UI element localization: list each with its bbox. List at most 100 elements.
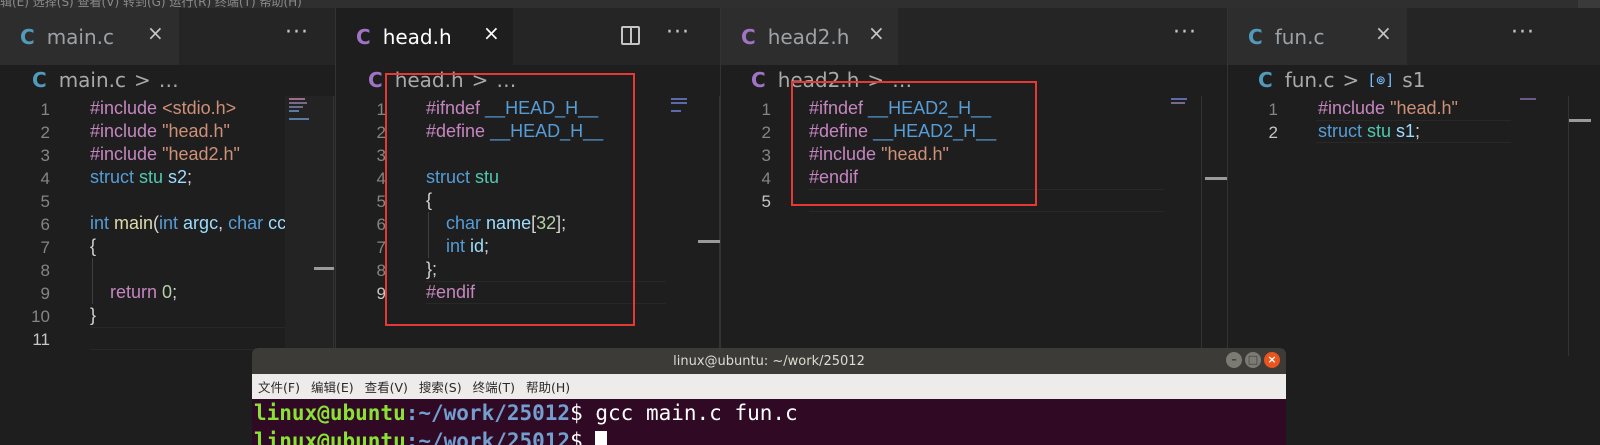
- line-number: 9: [40, 284, 50, 303]
- desktop: 辑(E) 选择(S) 查看(V) 转到(G) 运行(R) 终端(T) 帮助(H)…: [0, 0, 1600, 445]
- code-line: {: [90, 235, 286, 258]
- line-number: 1: [1268, 100, 1278, 119]
- code-token: #include: [90, 98, 163, 118]
- breadcrumb-file[interactable]: main.c: [59, 68, 126, 92]
- minimap[interactable]: [1169, 96, 1199, 356]
- terminal-menu-terminal[interactable]: 终端(T): [473, 377, 515, 396]
- line-numbers: 12: [1238, 98, 1278, 144]
- scrollbar-thumb[interactable]: [1205, 177, 1227, 180]
- scrollbar-thumb[interactable]: [314, 267, 334, 270]
- code-area[interactable]: #include <stdio.h> #include "head.h" #incl…: [90, 97, 286, 350]
- breadcrumb: C main.c > …: [32, 68, 179, 92]
- line-number: 5: [761, 192, 771, 211]
- code-token: {: [90, 236, 97, 256]
- variable-icon: [⊚]: [1367, 71, 1395, 89]
- scrollbar-track[interactable]: [1568, 96, 1569, 356]
- chevron-right-icon: >: [134, 68, 151, 92]
- tab-label: main.c: [46, 24, 115, 49]
- terminal-menu-file[interactable]: 文件(F): [258, 377, 300, 396]
- tab-label: head2.h: [767, 24, 850, 49]
- breadcrumb-symbol[interactable]: s1: [1402, 68, 1425, 92]
- line-numbers: 1 2 3 4 5 6 7 8 9: [346, 98, 386, 305]
- split-editor-icon[interactable]: [621, 26, 640, 45]
- breadcrumb-more[interactable]: …: [159, 68, 179, 92]
- prompt-path: :~/work/25012: [405, 401, 571, 425]
- tab-fun-c[interactable]: C fun.c ×: [1228, 8, 1408, 65]
- minimap[interactable]: [1518, 96, 1568, 356]
- terminal-cursor: [595, 431, 608, 445]
- code-line: #include "head.h": [1318, 97, 1458, 120]
- tab-main-c[interactable]: C main.c ×: [0, 8, 180, 65]
- tab-label: fun.c: [1274, 24, 1325, 49]
- terminal-title: linux@ubuntu: ~/work/25012: [673, 353, 865, 369]
- line-number: 4: [761, 169, 771, 188]
- prompt-user: linux@ubuntu: [254, 429, 406, 445]
- scrollbar-thumb[interactable]: [698, 240, 720, 243]
- terminal-menu-view[interactable]: 查看(V): [365, 377, 408, 396]
- line-number: 4: [376, 169, 386, 188]
- line-numbers: 1 2 3 4 5 6 7 8 9 10 11: [10, 98, 50, 351]
- more-actions-icon[interactable]: ···: [285, 20, 309, 45]
- code-token: ;: [187, 167, 193, 187]
- close-icon[interactable]: ×: [1375, 21, 1392, 45]
- close-icon[interactable]: ×: [483, 21, 500, 45]
- more-actions-icon[interactable]: ···: [1173, 20, 1197, 45]
- code-token: struct: [1318, 121, 1368, 141]
- terminal-menu-edit[interactable]: 编辑(E): [311, 377, 354, 396]
- close-window-icon[interactable]: ×: [1264, 352, 1280, 368]
- terminal-output[interactable]: linux@ubuntu:~/work/25012$ gcc main.c fu…: [252, 399, 1286, 445]
- code-line: struct stu s2;: [90, 166, 286, 189]
- line-number: 11: [32, 330, 50, 349]
- code-token: "head2.h": [162, 144, 240, 164]
- code-token: struct: [90, 167, 140, 187]
- close-icon[interactable]: ×: [147, 21, 164, 45]
- breadcrumb: C fun.c > [⊚] s1: [1258, 68, 1425, 92]
- line-number: 10: [31, 307, 50, 326]
- line-number: 2: [761, 123, 771, 142]
- more-actions-icon[interactable]: ···: [666, 20, 690, 45]
- line-number: 5: [40, 192, 50, 211]
- terminal-command: gcc main.c fun.c: [595, 401, 798, 425]
- minimize-icon[interactable]: –: [1226, 352, 1242, 368]
- line-number: 4: [40, 169, 50, 188]
- line-number: 3: [376, 146, 386, 165]
- line-number: 2: [40, 123, 50, 142]
- code-area[interactable]: #include "head.h" struct stu s1;: [1318, 97, 1458, 143]
- terminal-menu-search[interactable]: 搜索(S): [419, 377, 462, 396]
- tab-head-h[interactable]: C head.h ×: [336, 8, 514, 65]
- terminal-line: linux@ubuntu:~/work/25012$: [254, 427, 1286, 445]
- c-header-file-icon: C: [356, 24, 371, 49]
- close-icon[interactable]: ×: [868, 21, 885, 45]
- line-number: 5: [376, 192, 386, 211]
- code-token: ;: [1415, 121, 1421, 141]
- more-actions-icon[interactable]: ···: [1511, 20, 1535, 45]
- code-token: s2: [168, 167, 188, 187]
- window-edge: [1578, 0, 1600, 8]
- code-token: return: [110, 282, 163, 302]
- code-line: #include "head.h": [90, 120, 286, 143]
- line-number: 7: [376, 238, 386, 257]
- minimap[interactable]: [285, 96, 335, 356]
- minimap[interactable]: [669, 96, 719, 356]
- tab-head2-h[interactable]: C head2.h ×: [721, 8, 899, 65]
- annotation-box-head-h: [385, 73, 635, 326]
- scrollbar-track[interactable]: [1201, 96, 1202, 356]
- scrollbar-track[interactable]: [333, 96, 334, 356]
- window-controls: – □ ×: [1226, 352, 1280, 368]
- menu-strip-text: 辑(E) 选择(S) 查看(V) 转到(G) 运行(R) 终端(T) 帮助(H): [0, 0, 302, 8]
- code-token: }: [90, 305, 97, 325]
- breadcrumb-file[interactable]: fun.c: [1285, 68, 1335, 92]
- code-token: stu: [1367, 121, 1397, 141]
- terminal-title-bar[interactable]: linux@ubuntu: ~/work/25012 – □ ×: [252, 348, 1286, 374]
- terminal-menu-help[interactable]: 帮助(H): [526, 377, 570, 396]
- maximize-icon[interactable]: □: [1245, 352, 1261, 368]
- line-numbers: 1 2 3 4 5: [731, 98, 771, 213]
- code-token: int: [159, 213, 184, 233]
- line-number: 7: [40, 238, 50, 257]
- code-line: int main(int argc, char cc: [90, 212, 286, 235]
- scrollbar-thumb[interactable]: [1569, 119, 1591, 122]
- chevron-right-icon: >: [1342, 68, 1360, 92]
